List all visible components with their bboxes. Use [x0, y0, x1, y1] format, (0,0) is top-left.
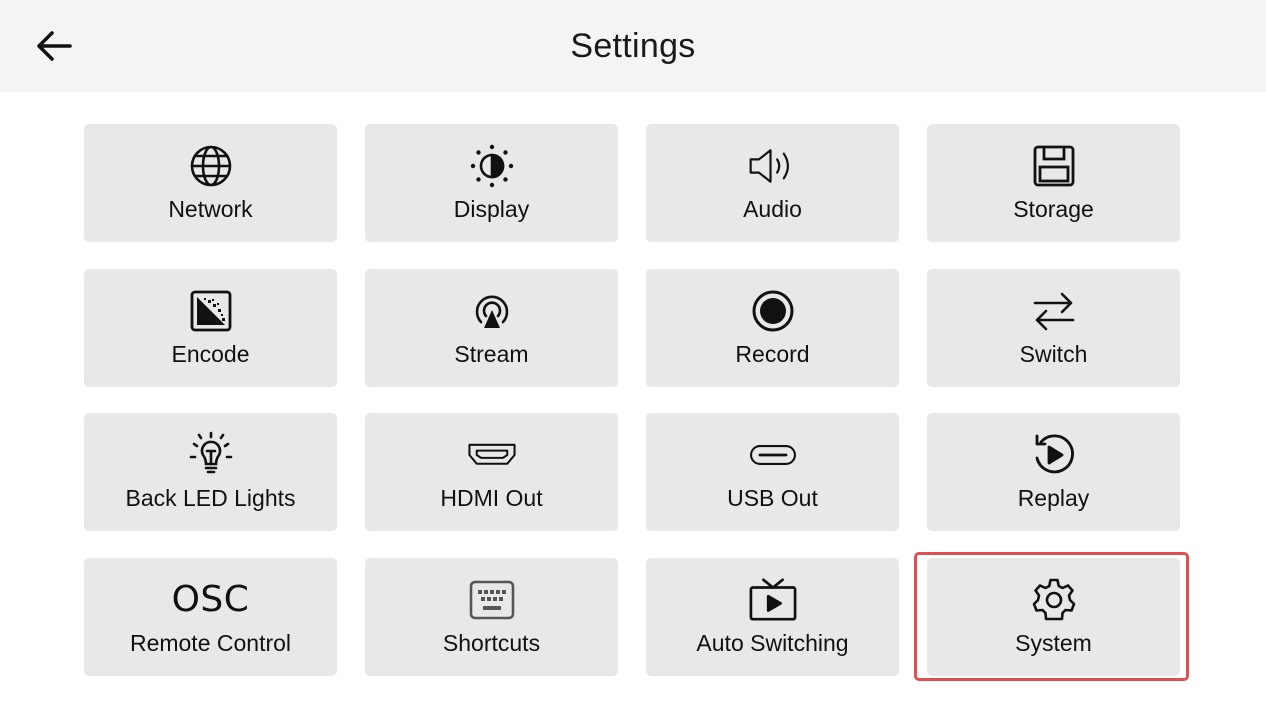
osc-icon: OSC — [171, 579, 250, 620]
replay-icon — [1030, 433, 1078, 477]
encode-gradient-icon — [187, 289, 235, 333]
usb-c-port-icon — [749, 433, 797, 477]
tile-label: Storage — [1013, 196, 1094, 222]
brightness-icon — [468, 144, 516, 188]
tile-label: Switch — [1019, 341, 1088, 367]
tile-label: Encode — [171, 341, 250, 367]
tile-storage[interactable]: Storage — [927, 124, 1180, 242]
hdmi-port-icon — [467, 433, 516, 477]
arrow-left-icon — [37, 31, 72, 61]
tile-usb-out[interactable]: USB Out — [646, 413, 899, 531]
tile-encode[interactable]: Encode — [84, 269, 337, 387]
tile-stream[interactable]: Stream — [365, 269, 618, 387]
record-icon — [749, 289, 797, 333]
tile-system[interactable]: System — [927, 558, 1180, 676]
tile-record[interactable]: Record — [646, 269, 899, 387]
tile-shortcuts[interactable]: Shortcuts — [365, 558, 618, 676]
speaker-icon — [749, 144, 797, 188]
tile-label: Replay — [1017, 485, 1090, 511]
tile-label: Shortcuts — [442, 630, 541, 656]
tile-label: Record — [735, 341, 810, 367]
tile-display[interactable]: Display — [365, 124, 618, 242]
back-button[interactable] — [30, 26, 78, 66]
tile-switch[interactable]: Switch — [927, 269, 1180, 387]
tile-auto-switching[interactable]: Auto Switching — [646, 558, 899, 676]
broadcast-icon — [468, 289, 516, 333]
tile-label: Audio — [743, 196, 802, 222]
tile-hdmi-out[interactable]: HDMI Out — [365, 413, 618, 531]
tile-label: Display — [453, 196, 530, 222]
tile-label: USB Out — [727, 485, 818, 511]
lightbulb-icon — [187, 431, 235, 477]
tile-label: Back LED Lights — [125, 485, 296, 511]
tile-label: Network — [168, 196, 253, 222]
floppy-disk-icon — [1030, 144, 1078, 188]
swap-arrows-icon — [1030, 289, 1078, 333]
tile-network[interactable]: Network — [84, 124, 337, 242]
tile-label: Stream — [454, 341, 529, 367]
tile-label: Auto Switching — [696, 630, 849, 656]
globe-icon — [187, 144, 235, 188]
tile-remote-control[interactable]: OSC Remote Control — [84, 558, 337, 676]
tile-back-led-lights[interactable]: Back LED Lights — [84, 413, 337, 531]
keyboard-icon — [468, 578, 516, 622]
tile-label: System — [1015, 630, 1092, 656]
tile-audio[interactable]: Audio — [646, 124, 899, 242]
tv-play-icon — [749, 578, 797, 622]
gear-icon — [1030, 578, 1078, 622]
tile-label: HDMI Out — [440, 485, 543, 511]
header-bar — [0, 0, 1266, 92]
tile-replay[interactable]: Replay — [927, 413, 1180, 531]
tile-label: Remote Control — [129, 630, 292, 656]
